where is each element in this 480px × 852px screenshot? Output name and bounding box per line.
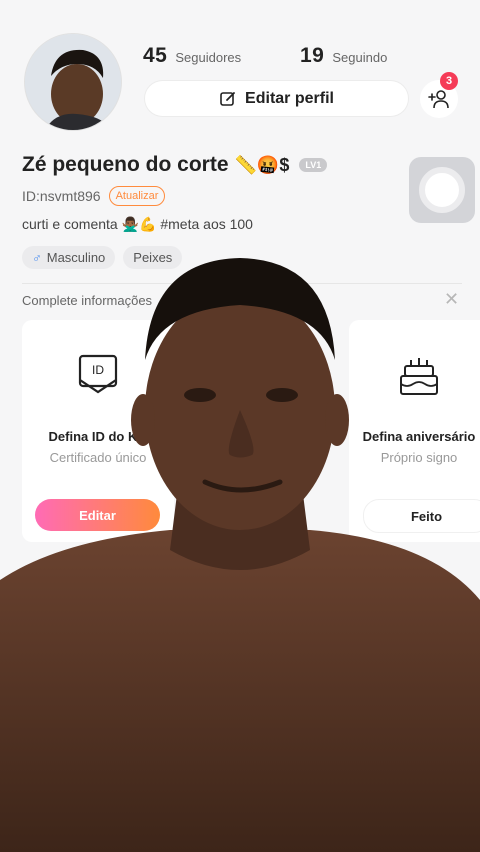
edit-icon [220, 91, 235, 106]
camera-shortcut-button[interactable] [409, 157, 475, 223]
username-row: Zé pequeno do corte 📏🤬$ LV1 [22, 153, 328, 177]
close-icon[interactable]: ✕ [444, 289, 459, 310]
following-stat[interactable]: 19 Seguindo [300, 44, 387, 68]
complete-info-title: Complete informações [22, 293, 153, 308]
card-define-birthday-subtitle: Próprio signo [380, 450, 458, 465]
card-define-id-subtitle: Certificado único [49, 450, 147, 465]
divider [22, 283, 462, 284]
add-user-icon [428, 90, 449, 109]
tag-gender-label: Masculino [46, 250, 106, 265]
card-define-birthday[interactable]: Defina aniversário Próprio signo Feito [349, 320, 480, 542]
update-button[interactable]: Atualizar [108, 186, 166, 206]
avatar-photo [25, 34, 121, 130]
card-define-id-title: Defina ID do Kw [48, 429, 148, 444]
notification-badge: 3 [440, 72, 458, 90]
male-icon: ♂ [32, 250, 42, 265]
tag-sign-label: Peixes [133, 250, 173, 265]
id-card-icon: ID [78, 354, 118, 394]
tag-gender[interactable]: ♂ Masculino [22, 246, 116, 269]
followers-stat[interactable]: 45 Seguidores [143, 44, 241, 68]
followers-count: 45 [143, 44, 168, 67]
user-id[interactable]: ID:nsvmt896 [22, 188, 101, 204]
birthday-cake-icon [400, 358, 438, 395]
level-badge: LV1 [299, 158, 328, 172]
camera-ring-icon [419, 167, 465, 213]
following-label: Seguindo [332, 50, 388, 65]
card-define-birthday-title: Defina aniversário [362, 429, 476, 444]
username: Zé pequeno do corte [22, 153, 229, 176]
svg-text:ID: ID [92, 363, 104, 377]
following-count: 19 [300, 44, 325, 67]
profile-tags: ♂ Masculino Peixes [22, 246, 183, 269]
edit-profile-label: Editar perfil [245, 89, 334, 107]
card-define-id[interactable]: ID Defina ID do Kw Certificado único Edi… [22, 320, 174, 542]
tag-sign[interactable]: Peixes [123, 246, 183, 269]
partial-stat: 2k [370, 570, 392, 591]
edit-profile-button[interactable]: Editar perfil [145, 81, 408, 116]
username-emojis: 📏🤬$ [234, 154, 290, 175]
birthday-done-button[interactable]: Feito [363, 499, 480, 533]
bio-text[interactable]: curti e comenta 🙅🏾‍♂️💪 #meta aos 100 [22, 216, 253, 233]
profile-avatar[interactable] [24, 33, 122, 131]
user-id-row: ID:nsvmt896 Atualizar [22, 186, 166, 206]
followers-label: Seguidores [175, 50, 242, 65]
edit-id-button[interactable]: Editar [35, 499, 160, 531]
